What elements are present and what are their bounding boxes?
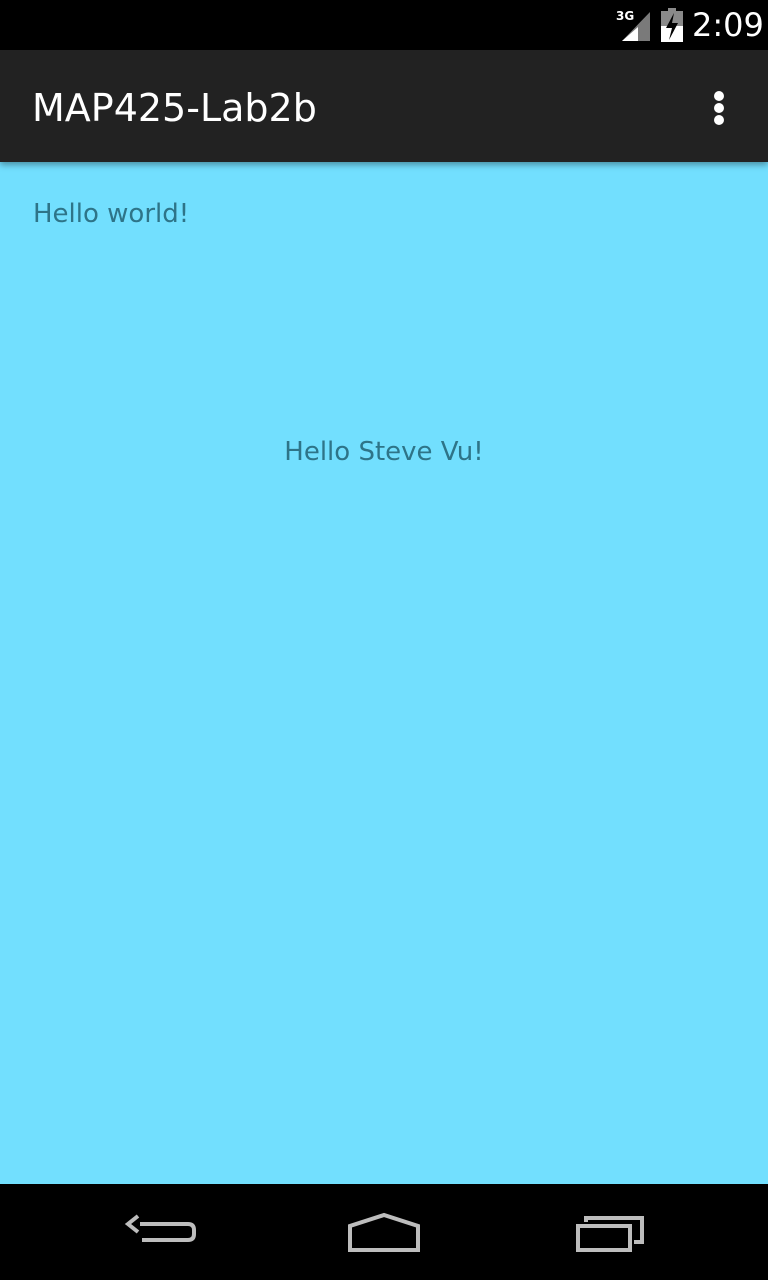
home-icon	[348, 1212, 420, 1252]
main-content: Hello world! Hello Steve Vu!	[0, 162, 768, 1184]
battery-charging-icon	[661, 8, 683, 42]
app-title: MAP425-Lab2b	[32, 86, 317, 130]
action-bar: MAP425-Lab2b	[0, 50, 768, 162]
back-icon	[124, 1214, 196, 1242]
status-clock: 2:09	[692, 6, 764, 44]
signal-3g-icon: 3G	[616, 9, 650, 41]
hello-world-text: Hello world!	[33, 199, 190, 229]
more-vert-icon[interactable]	[700, 80, 740, 136]
phone-screen: 3G 2:09 MAP425-Lab2b Hello world! Hello …	[0, 0, 768, 1280]
back-button[interactable]	[112, 1204, 208, 1260]
navigation-bar	[0, 1184, 768, 1280]
home-button[interactable]	[336, 1204, 432, 1260]
svg-text:3G: 3G	[616, 9, 634, 23]
status-bar: 3G 2:09	[0, 0, 768, 50]
recents-icon	[576, 1216, 644, 1252]
hello-name-text: Hello Steve Vu!	[284, 437, 484, 467]
recents-button[interactable]	[562, 1204, 658, 1260]
